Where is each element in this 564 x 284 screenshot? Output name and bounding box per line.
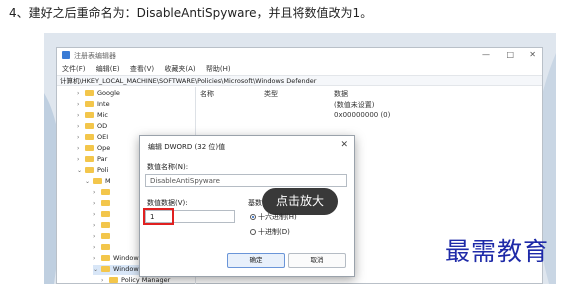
- chevron-right-icon: ›: [77, 133, 80, 141]
- menu-view[interactable]: 查看(V): [130, 65, 154, 73]
- tree-item[interactable]: › Ope: [77, 144, 110, 154]
- tree-item[interactable]: › Google: [77, 89, 120, 99]
- tree-item[interactable]: › Inte: [77, 100, 110, 110]
- tree-item[interactable]: ⌄ M: [85, 177, 111, 187]
- radio-unselected-icon: [250, 229, 256, 235]
- address-bar[interactable]: 计算机\HKEY_LOCAL_MACHINE\SOFTWARE\Policies…: [57, 75, 542, 86]
- tree-item[interactable]: › Policy Manager: [101, 276, 170, 284]
- chevron-right-icon: ›: [93, 221, 96, 229]
- folder-icon: [85, 90, 94, 96]
- menu-help[interactable]: 帮助(H): [206, 65, 231, 73]
- regedit-app-icon: [62, 51, 70, 59]
- tree-item[interactable]: ›: [93, 210, 113, 220]
- chevron-down-icon: ⌄: [77, 166, 83, 174]
- chevron-right-icon: ›: [93, 199, 96, 207]
- value-name-label: 数值名称(N):: [147, 163, 189, 171]
- chevron-right-icon: ›: [77, 89, 80, 97]
- folder-icon: [85, 101, 94, 107]
- chevron-right-icon: ›: [77, 100, 80, 108]
- chevron-right-icon: ›: [77, 155, 80, 163]
- folder-icon: [85, 112, 94, 118]
- minimize-button[interactable]: —: [482, 50, 490, 59]
- tree-item[interactable]: ›: [93, 232, 113, 242]
- chevron-right-icon: ›: [93, 243, 96, 251]
- tree-item[interactable]: › Mic: [77, 111, 108, 121]
- menu-edit[interactable]: 编辑(E): [96, 65, 120, 73]
- folder-icon: [85, 167, 94, 173]
- tree-item[interactable]: ⌄ Poli: [77, 166, 108, 176]
- chevron-right-icon: ›: [77, 144, 80, 152]
- folder-icon: [85, 156, 94, 162]
- cancel-button[interactable]: 取消: [288, 253, 346, 268]
- chevron-right-icon: ›: [93, 188, 96, 196]
- value-data-cell: 0x00000000 (0): [334, 111, 391, 119]
- radio-selected-icon: [250, 214, 256, 220]
- maximize-button[interactable]: □: [506, 50, 514, 59]
- menu-bar: 文件(F) 编辑(E) 查看(V) 收藏夹(A) 帮助(H): [62, 64, 239, 74]
- folder-icon: [93, 178, 102, 184]
- menu-favorites[interactable]: 收藏夹(A): [164, 65, 195, 73]
- folder-icon: [101, 211, 110, 217]
- tree-item[interactable]: › OD: [77, 122, 107, 132]
- chevron-right-icon: ›: [93, 210, 96, 218]
- folder-icon: [101, 222, 110, 228]
- folder-icon: [101, 189, 110, 195]
- chevron-right-icon: ›: [93, 254, 96, 262]
- folder-icon: [101, 266, 110, 272]
- step-caption: 4、建好之后重命名为：DisableAntiSpyware，并且将数值改为1。: [9, 6, 373, 20]
- chevron-down-icon: ⌄: [93, 265, 99, 273]
- dialog-title: 编辑 DWORD (32 位)值: [148, 143, 226, 151]
- tree-item[interactable]: ›: [93, 243, 113, 253]
- chevron-down-icon: ⌄: [85, 177, 91, 185]
- ok-button[interactable]: 确定: [227, 253, 285, 268]
- base-group-label: 基数: [248, 199, 262, 207]
- folder-icon: [101, 233, 110, 239]
- highlight-box: [143, 208, 174, 225]
- menu-file[interactable]: 文件(F): [62, 65, 86, 73]
- tree-item[interactable]: › OEI: [77, 133, 108, 143]
- folder-icon: [109, 277, 118, 283]
- folder-icon: [101, 200, 110, 206]
- column-header-data[interactable]: 数据: [334, 89, 348, 99]
- folder-icon: [85, 134, 94, 140]
- chevron-right-icon: ›: [101, 276, 104, 284]
- folder-icon: [85, 145, 94, 151]
- tree-item[interactable]: ›: [93, 188, 113, 198]
- value-data-label: 数值数据(V):: [147, 199, 188, 207]
- chevron-right-icon: ›: [77, 122, 80, 130]
- value-name-field[interactable]: DisableAntiSpyware: [145, 174, 347, 187]
- tree-item[interactable]: ›: [93, 221, 113, 231]
- chevron-right-icon: ›: [77, 111, 80, 119]
- tree-item[interactable]: ›: [93, 199, 113, 209]
- value-data-cell: (数值未设置): [334, 101, 375, 109]
- folder-icon: [101, 255, 110, 261]
- column-header-type[interactable]: 类型: [264, 89, 278, 99]
- chevron-right-icon: ›: [93, 232, 96, 240]
- radio-decimal[interactable]: 十进制(D): [250, 227, 290, 237]
- window-title: 注册表编辑器: [74, 52, 116, 60]
- dialog-close-button[interactable]: ✕: [340, 140, 348, 150]
- watermark: 最需教育: [445, 237, 550, 266]
- window-close-button[interactable]: ✕: [529, 50, 536, 59]
- folder-icon: [101, 244, 110, 250]
- zoom-hint-button[interactable]: 点击放大: [262, 188, 338, 215]
- window-titlebar: 注册表编辑器 — □ ✕: [57, 48, 542, 62]
- folder-icon: [85, 123, 94, 129]
- tree-item[interactable]: › Par: [77, 155, 107, 165]
- column-header-name[interactable]: 名称: [200, 89, 214, 99]
